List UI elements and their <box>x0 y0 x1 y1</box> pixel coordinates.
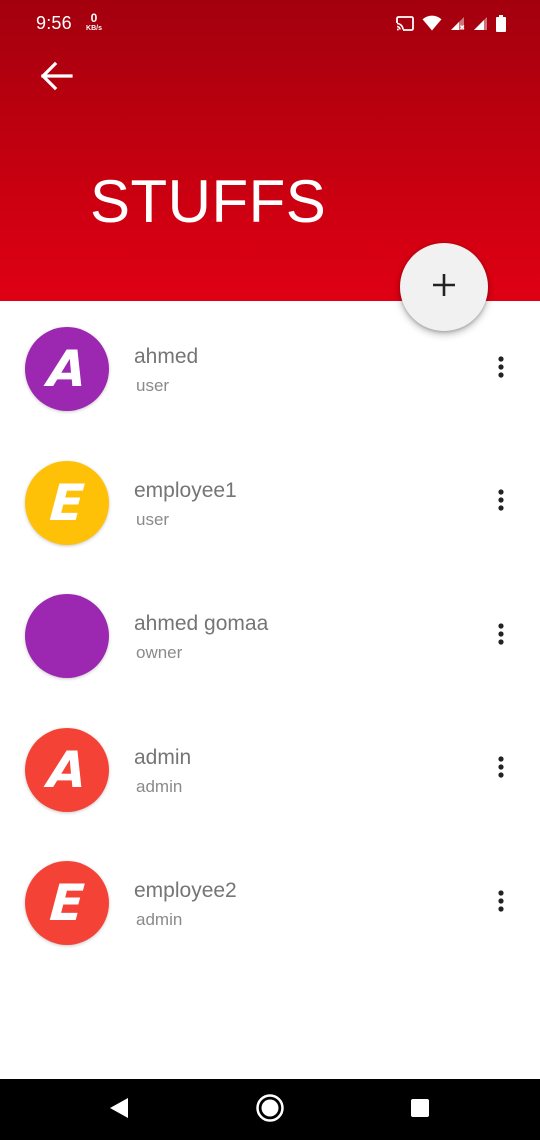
avatar-letter: A <box>45 740 89 799</box>
more-options-button[interactable] <box>486 483 516 523</box>
recents-square-icon <box>410 1098 430 1123</box>
user-role: user <box>136 509 170 529</box>
network-speed-unit: KB/s <box>86 25 102 32</box>
page-title: STUFFS <box>90 168 327 235</box>
staff-list-item[interactable]: E employee1 user <box>0 435 540 569</box>
wifi-icon <box>422 15 442 31</box>
network-speed-value: 0 <box>90 11 98 25</box>
avatar-letter: E <box>47 874 87 932</box>
nav-back-button[interactable] <box>102 1093 136 1127</box>
avatar-letter: A <box>45 340 89 398</box>
more-vertical-icon <box>498 889 504 917</box>
more-options-button[interactable] <box>486 616 516 656</box>
staff-list-item[interactable]: A admin admin <box>0 702 540 836</box>
user-role: owner <box>136 643 183 662</box>
more-options-button[interactable] <box>486 349 516 389</box>
user-name: employee2 <box>134 879 237 902</box>
user-name: employee1 <box>134 478 237 502</box>
user-name: ahmed gomaa <box>134 612 269 635</box>
more-vertical-icon <box>498 622 504 650</box>
avatar: A <box>25 327 109 411</box>
add-staff-button[interactable] <box>400 243 488 331</box>
avatar: E <box>25 861 109 945</box>
avatar-letter: E <box>47 473 87 532</box>
back-button[interactable] <box>32 56 80 100</box>
status-icons <box>396 13 506 33</box>
network-speed: 0 KB/s <box>82 12 106 32</box>
arrow-left-icon <box>39 61 73 96</box>
user-name: admin <box>134 745 192 769</box>
signal-icon <box>473 16 488 31</box>
more-vertical-icon <box>498 355 504 383</box>
more-options-button[interactable] <box>486 883 516 923</box>
avatar: A <box>25 727 109 812</box>
cast-icon <box>396 15 414 31</box>
nav-home-button[interactable] <box>253 1093 287 1127</box>
plus-icon <box>431 272 457 303</box>
user-role: admin <box>136 910 183 929</box>
status-bar: 9:56 0 KB/s <box>0 0 540 46</box>
user-role: user <box>136 376 170 395</box>
system-nav-bar <box>0 1079 540 1140</box>
avatar <box>25 594 109 678</box>
staff-list-item[interactable]: E employee2 admin <box>0 835 540 969</box>
more-options-button[interactable] <box>486 750 516 790</box>
home-circle-icon <box>255 1093 285 1128</box>
user-role: admin <box>136 776 183 796</box>
signal-no-data-icon <box>450 16 465 31</box>
more-vertical-icon <box>498 489 504 516</box>
more-vertical-icon <box>498 756 504 783</box>
user-name: ahmed <box>134 345 199 368</box>
back-triangle-icon <box>109 1097 129 1124</box>
nav-recents-button[interactable] <box>403 1093 437 1127</box>
staff-list: A ahmed user E employee1 user ahmed goma… <box>0 301 540 969</box>
staff-list-item[interactable]: ahmed gomaa owner <box>0 568 540 702</box>
battery-icon <box>496 14 506 32</box>
avatar: E <box>25 460 109 545</box>
app-screen: 9:56 0 KB/s STUFFS A ahmed user E employ… <box>0 0 540 1140</box>
status-time: 9:56 <box>36 13 72 33</box>
